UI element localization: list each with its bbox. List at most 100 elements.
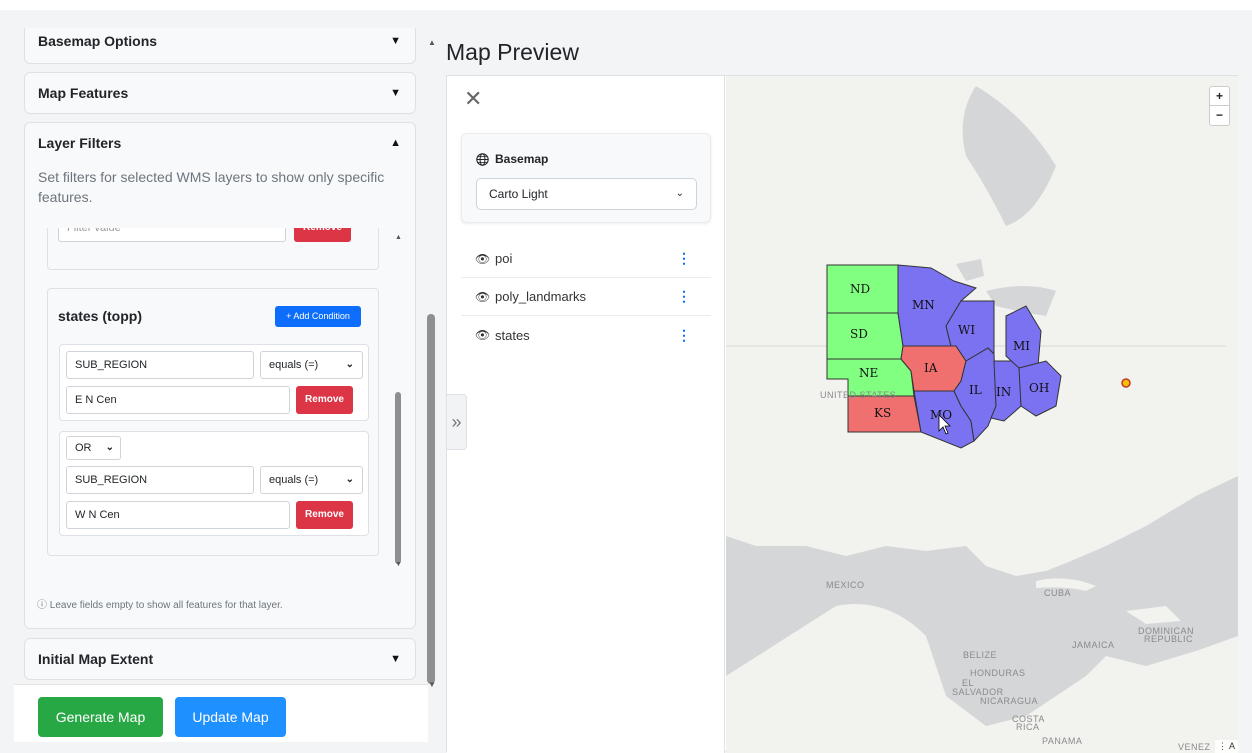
- update-map-button[interactable]: Update Map: [175, 697, 286, 737]
- layer-name: poi: [495, 251, 513, 266]
- chevron-down-icon: ⌄: [105, 442, 114, 453]
- accordion-initial-extent[interactable]: Initial Map Extent ▼: [24, 638, 416, 680]
- label-sd: SD: [850, 327, 868, 341]
- close-icon[interactable]: ✕: [464, 86, 482, 112]
- attribution-toggle[interactable]: ⋮ A: [1214, 740, 1238, 753]
- label-in: IN: [996, 385, 1011, 399]
- value-input[interactable]: E N Cen: [66, 386, 290, 414]
- scrollbar-thumb[interactable]: [427, 314, 435, 684]
- basemap-card: Basemap Carto Light ⌄: [461, 133, 711, 223]
- eye-icon[interactable]: 👁: [475, 290, 495, 304]
- more-vertical-icon[interactable]: ⋮: [677, 327, 691, 344]
- scroll-up-icon[interactable]: ▲: [428, 38, 436, 47]
- scrollbar-thumb[interactable]: [395, 392, 401, 564]
- condition-card: SUB_REGION equals (=) ⌄ E N Cen Remove: [59, 344, 369, 421]
- panel-scrollbar[interactable]: ▲ ▼: [424, 38, 438, 698]
- operator-select[interactable]: equals (=) ⌄: [260, 466, 363, 494]
- layer-name: states: [495, 327, 530, 343]
- accordion-basemap-options[interactable]: Basemap Options ▼: [24, 28, 416, 64]
- map-label: BELIZE: [963, 650, 998, 660]
- accordion-map-features[interactable]: Map Features ▼: [24, 72, 416, 114]
- map-label: JAMAICA: [1072, 640, 1115, 650]
- map-label: RICA: [1016, 722, 1040, 732]
- action-bar: Generate Map Update Map: [14, 684, 428, 742]
- operator-value: equals (=): [269, 359, 319, 371]
- operator-select[interactable]: equals (=) ⌄: [260, 351, 363, 379]
- lake-superior: [956, 259, 984, 281]
- eye-icon[interactable]: 👁: [475, 252, 495, 266]
- label-mn: MN: [912, 298, 935, 312]
- map-label: HONDURAS: [970, 668, 1026, 678]
- more-vertical-icon[interactable]: ⋮: [677, 250, 691, 267]
- value-input[interactable]: W N Cen: [66, 501, 290, 529]
- logic-select[interactable]: OR ⌄: [66, 436, 121, 460]
- accordion-header[interactable]: Map Features ▼: [25, 73, 415, 113]
- accordion-layer-filters: Layer Filters ▲ Set filters for selected…: [24, 122, 416, 629]
- generate-map-button[interactable]: Generate Map: [38, 697, 163, 737]
- label-il: IL: [969, 383, 982, 397]
- zoom-control: + −: [1209, 86, 1230, 126]
- label-oh: OH: [1029, 381, 1049, 395]
- add-condition-button[interactable]: + Add Condition: [275, 306, 361, 327]
- map-label: MEXICO: [826, 580, 865, 590]
- logic-value: OR: [75, 442, 92, 454]
- accordion-title: Layer Filters: [38, 135, 122, 151]
- collapse-panel-button[interactable]: »: [446, 394, 467, 450]
- filter-layer-card: Filter value Remove: [47, 228, 379, 270]
- layer-filters-description: Set filters for selected WMS layers to s…: [38, 169, 385, 205]
- page-title: Map Preview: [446, 39, 579, 65]
- map-canvas[interactable]: ND SD NE KS MN IA MO WI IL IN MI OH UNIT…: [726, 76, 1238, 753]
- remove-button[interactable]: Remove: [296, 501, 353, 529]
- map-label: UNITED STATES: [820, 390, 897, 400]
- layer-item-poi[interactable]: 👁 poi ⋮: [461, 240, 711, 278]
- remove-button[interactable]: Remove: [294, 228, 351, 242]
- state-mi[interactable]: [1005, 305, 1042, 369]
- basemap-select[interactable]: Carto Light ⌄: [476, 178, 697, 210]
- label-mi: MI: [1013, 339, 1030, 353]
- layer-item-states[interactable]: 👁 states ⋮: [461, 316, 711, 354]
- map-label: PANAMA: [1042, 736, 1083, 746]
- field-input[interactable]: SUB_REGION: [66, 351, 254, 379]
- filter-value-input[interactable]: Filter value: [58, 228, 286, 242]
- basemap-label: Basemap: [476, 152, 548, 166]
- chevron-down-icon: ⌄: [675, 188, 684, 199]
- chevron-down-icon: ▼: [390, 87, 401, 99]
- remove-button[interactable]: Remove: [296, 386, 353, 414]
- map-label: CUBA: [1044, 588, 1072, 598]
- zoom-out-button[interactable]: −: [1210, 106, 1229, 125]
- layer-item-poly-landmarks[interactable]: 👁 poly_landmarks ⋮: [461, 278, 711, 316]
- chevron-down-icon: ⌄: [345, 359, 354, 370]
- chevron-up-icon: ▲: [390, 137, 401, 149]
- accordion-header[interactable]: Layer Filters ▲: [25, 123, 415, 163]
- layer-panel: ✕ Basemap Carto Light ⌄ 👁 poi ⋮ 👁 poly_l…: [447, 76, 725, 753]
- accordion-title: Map Features: [38, 85, 129, 101]
- scroll-up-icon[interactable]: ▲: [395, 234, 402, 241]
- map-label: REPUBLIC: [1144, 634, 1194, 644]
- filter-scrollbar[interactable]: ▲ ▼: [393, 228, 403, 578]
- accordion-header[interactable]: Basemap Options ▼: [25, 26, 415, 56]
- basemap-value: Carto Light: [489, 187, 548, 201]
- operator-value: equals (=): [269, 474, 319, 486]
- chevron-down-icon: ⌄: [345, 474, 354, 485]
- filter-layer-card-states: states (topp) + Add Condition SUB_REGION…: [47, 288, 379, 556]
- config-panel: Basemap Options ▼ Map Features ▼ Layer F…: [0, 10, 438, 752]
- chevron-down-icon: ▼: [390, 35, 401, 47]
- layer-name: poly_landmarks: [495, 289, 587, 304]
- more-vertical-icon[interactable]: ⋮: [677, 288, 691, 305]
- accordion-title: Basemap Options: [38, 33, 158, 49]
- zoom-in-button[interactable]: +: [1210, 87, 1229, 106]
- basemap-label-text: Basemap: [495, 152, 549, 166]
- poi-marker[interactable]: [1121, 378, 1131, 388]
- map-label: NICARAGUA: [980, 696, 1039, 706]
- map-label: VENEZ: [1178, 742, 1211, 752]
- field-input[interactable]: SUB_REGION: [66, 466, 254, 494]
- label-ia: IA: [924, 361, 938, 375]
- label-ks: KS: [874, 406, 891, 420]
- eye-icon[interactable]: 👁: [475, 328, 495, 342]
- scroll-down-icon[interactable]: ▼: [428, 680, 436, 689]
- accordion-header[interactable]: Initial Map Extent ▼: [25, 639, 415, 679]
- accordion-title: Initial Map Extent: [38, 651, 154, 667]
- scroll-down-icon[interactable]: ▼: [395, 561, 402, 568]
- chevron-down-icon: ▼: [390, 653, 401, 665]
- filter-note: ⓘ Leave fields empty to show all feature…: [37, 600, 283, 611]
